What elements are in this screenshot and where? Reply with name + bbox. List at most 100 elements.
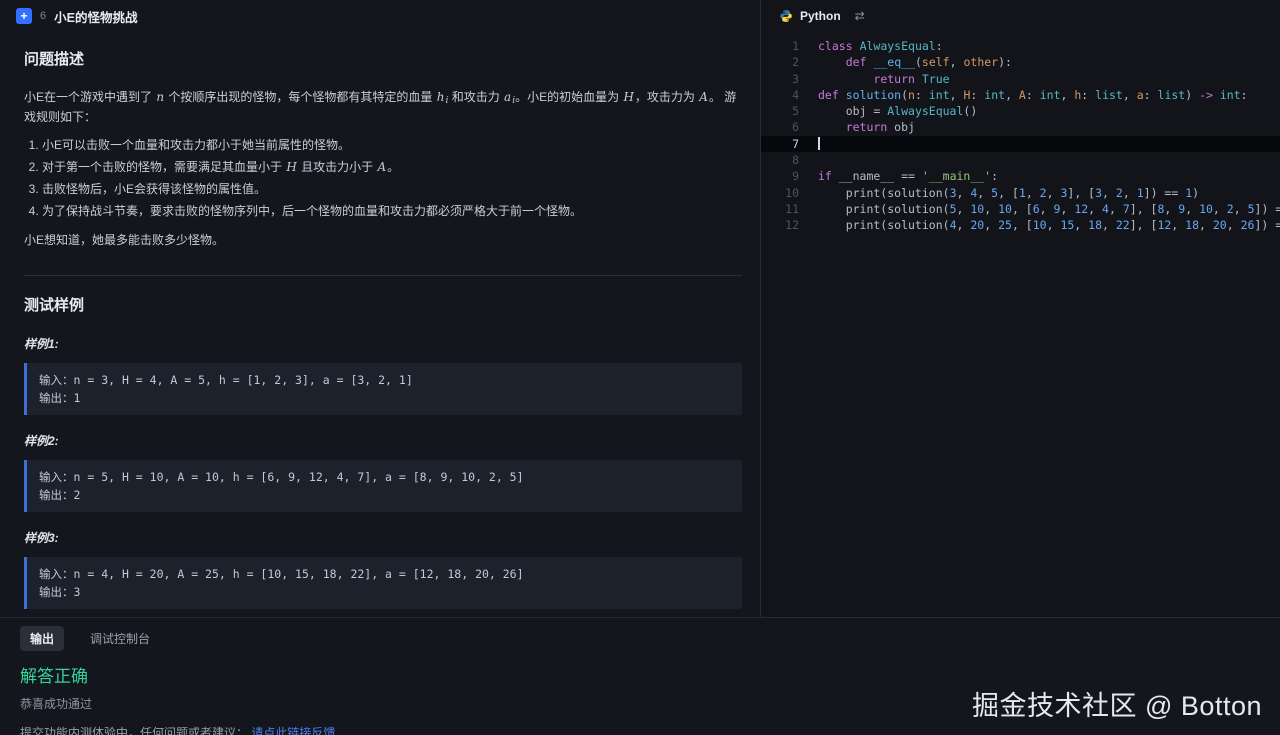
text-segment: 。小E的初始血量为 xyxy=(515,90,622,104)
feedback-link[interactable]: 请点此链接反馈 xyxy=(251,726,335,735)
text-segment: 击败怪物后，小E会获得该怪物的属性值。 xyxy=(42,182,266,196)
tab-debug-console[interactable]: 调试控制台 xyxy=(80,626,160,651)
code-token: solution xyxy=(846,88,901,102)
code-token: 25 xyxy=(998,218,1012,232)
line-number[interactable]: 2 xyxy=(761,54,799,70)
code-token: obj = xyxy=(818,104,887,118)
code-line[interactable]: 4def solution(n: int, H: int, A: int, h:… xyxy=(761,87,1280,103)
line-number[interactable]: 1 xyxy=(761,38,799,54)
sample-label: 样例2: xyxy=(24,432,742,451)
code-line[interactable]: 3 return True xyxy=(761,71,1280,87)
language-label[interactable]: Python xyxy=(800,9,841,23)
code-token: 4 xyxy=(950,218,957,232)
code-token: , xyxy=(1005,88,1019,102)
code-token: , xyxy=(1199,218,1213,232)
code-token: , xyxy=(1102,218,1116,232)
line-number[interactable]: 6 xyxy=(761,119,799,135)
text-segment: 小E在一个游戏中遇到了 xyxy=(24,90,155,104)
code-text: def __eq__(self, other): xyxy=(799,54,1012,70)
code-token: , [ xyxy=(1012,218,1033,232)
code-token: 2 xyxy=(1040,186,1047,200)
code-token: n xyxy=(908,88,915,102)
console-panel: 输出 调试控制台 解答正确 恭喜成功通过 提交功能内测体验中，任何问题或者建议：… xyxy=(0,617,1280,735)
code-token: 10 xyxy=(1199,202,1213,216)
feedback-text: 提交功能内测体验中，任何问题或者建议： xyxy=(20,726,248,735)
code-token: other xyxy=(963,55,998,69)
editor-header: Python ⇄ xyxy=(761,0,1280,32)
code-line[interactable]: 7 xyxy=(761,136,1280,152)
code-token: -> xyxy=(1199,88,1213,102)
text-segment: 和攻击力 xyxy=(448,90,503,104)
code-token: () xyxy=(963,104,977,118)
code-token: 1 xyxy=(1137,186,1144,200)
code-token: return xyxy=(873,72,915,86)
code-line[interactable]: 10 print(solution(3, 4, 5, [1, 2, 3], [3… xyxy=(761,185,1280,201)
code-line[interactable]: 1class AlwaysEqual: xyxy=(761,38,1280,54)
text-segment: A xyxy=(376,160,387,174)
console-tabs: 输出 调试控制台 xyxy=(20,626,1260,651)
code-token: , xyxy=(957,218,971,232)
code-token: ) xyxy=(1192,186,1199,200)
line-number[interactable]: 9 xyxy=(761,168,799,184)
app-logo[interactable]: + xyxy=(16,8,32,24)
code-token: , xyxy=(1060,202,1074,216)
tab-output[interactable]: 输出 xyxy=(20,626,64,651)
code-token: 10 xyxy=(1033,218,1047,232)
code-text: obj = AlwaysEqual() xyxy=(799,103,977,119)
code-token: __eq__ xyxy=(873,55,915,69)
text-segment: 为了保持战斗节奏，要求击败的怪物序列中，后一个怪物的血量和攻击力都必须严格大于前… xyxy=(42,204,582,218)
code-token: 2 xyxy=(1227,202,1234,216)
code-token: 4 xyxy=(1102,202,1109,216)
rule-item: 小E可以击败一个血量和攻击力都小于她当前属性的怪物。 xyxy=(42,136,742,155)
sample-code-block: 输入：n = 3, H = 4, A = 5, h = [1, 2, 3], a… xyxy=(24,363,742,415)
code-line[interactable]: 12 print(solution(4, 20, 25, [10, 15, 18… xyxy=(761,217,1280,233)
code-token: AlwaysEqual xyxy=(887,104,963,118)
line-number[interactable]: 4 xyxy=(761,87,799,103)
result-subtitle: 恭喜成功通过 xyxy=(20,695,1260,712)
sample-input: 输入：n = 4, H = 20, A = 25, h = [10, 15, 1… xyxy=(39,566,730,582)
problem-content[interactable]: 问题描述 小E在一个游戏中遇到了 n 个按顺序出现的怪物，每个怪物都有其特定的血… xyxy=(0,32,760,617)
text-segment: a xyxy=(503,90,512,104)
line-number[interactable]: 12 xyxy=(761,217,799,233)
code-token: A xyxy=(1019,88,1026,102)
text-segment: 且攻击力小于 xyxy=(298,160,377,174)
code-token: ]) == xyxy=(1255,202,1280,216)
text-segment: ，攻击力为 xyxy=(635,90,698,104)
sample-output: 输出：2 xyxy=(39,487,730,503)
code-line[interactable]: 11 print(solution(5, 10, 10, [6, 9, 12, … xyxy=(761,201,1280,217)
line-number[interactable]: 10 xyxy=(761,185,799,201)
code-line[interactable]: 8 xyxy=(761,152,1280,168)
code-line[interactable]: 2 def __eq__(self, other): xyxy=(761,54,1280,70)
code-token: 22 xyxy=(1116,218,1130,232)
code-editor[interactable]: 1class AlwaysEqual:2 def __eq__(self, ot… xyxy=(761,32,1280,617)
text-segment: A xyxy=(698,90,709,104)
sample-output: 输出：3 xyxy=(39,584,730,600)
code-token: list xyxy=(1158,88,1186,102)
rule-item: 击败怪物后，小E会获得该怪物的属性值。 xyxy=(42,180,742,199)
code-line[interactable]: 9if __name__ == '__main__': xyxy=(761,168,1280,184)
code-token xyxy=(915,72,922,86)
code-line[interactable]: 5 obj = AlwaysEqual() xyxy=(761,103,1280,119)
code-token: 3 xyxy=(950,186,957,200)
python-icon xyxy=(779,9,793,23)
code-token: , xyxy=(1061,88,1075,102)
code-token: __name__ == xyxy=(832,169,922,183)
code-token: , xyxy=(950,55,964,69)
code-token: ]) == xyxy=(1254,218,1280,232)
line-number[interactable]: 5 xyxy=(761,103,799,119)
line-number[interactable]: 7 xyxy=(761,136,799,152)
code-token: 6 xyxy=(1033,202,1040,216)
code-token: : xyxy=(970,88,984,102)
line-number[interactable]: 3 xyxy=(761,71,799,87)
code-token: : xyxy=(1241,88,1248,102)
problem-question: 小E想知道，她最多能击败多少怪物。 xyxy=(24,231,742,250)
line-number[interactable]: 11 xyxy=(761,201,799,217)
section-divider xyxy=(24,275,742,276)
code-token: , xyxy=(1227,218,1241,232)
code-line[interactable]: 6 return obj xyxy=(761,119,1280,135)
swap-arrows-icon[interactable]: ⇄ xyxy=(855,9,865,23)
app-header: + 6 小E的怪物挑战 xyxy=(0,0,760,32)
line-number[interactable]: 8 xyxy=(761,152,799,168)
code-token: 20 xyxy=(970,218,984,232)
code-token: , xyxy=(977,186,991,200)
